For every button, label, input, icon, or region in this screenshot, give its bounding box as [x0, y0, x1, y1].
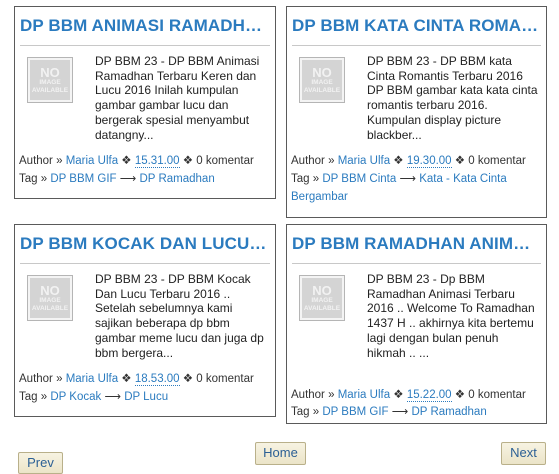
title-divider — [20, 263, 270, 264]
home-button[interactable]: Home — [255, 442, 306, 465]
title-divider — [292, 45, 541, 46]
post-tags: Tag » DP BBM GIF ⟶ DP Ramadhan — [291, 403, 542, 421]
separator-icon: ❖ — [454, 389, 466, 401]
author-link[interactable]: Maria Ulfa — [66, 155, 118, 167]
post-card: DP BBM KOCAK DAN LUCU TERBARU 2016 NO IM… — [14, 224, 276, 417]
title-divider — [20, 45, 270, 46]
author-link[interactable]: Maria Ulfa — [338, 155, 390, 167]
post-card: DP BBM RAMADHAN ANIMASI TERBARU 2016 NO … — [286, 224, 547, 424]
post-title-link[interactable]: DP BBM KOCAK DAN LUCU TERBARU 2016 — [20, 234, 270, 258]
author-label: Author » — [291, 155, 335, 167]
post-excerpt: DP BBM 23 - DP BBM kata Cinta Romantis T… — [367, 54, 538, 142]
comment-count[interactable]: 0 komentar — [196, 373, 254, 385]
tag-link[interactable]: DP BBM Cinta — [322, 173, 396, 185]
separator-icon: ❖ — [121, 155, 132, 167]
post-meta: Author » Maria Ulfa ❖ 19.30.00 ❖ 0 komen… — [291, 152, 542, 170]
post-thumbnail[interactable]: NO IMAGE AVAILABLE — [27, 275, 73, 321]
author-link[interactable]: Maria Ulfa — [66, 373, 118, 385]
arrow-icon: ⟶ — [119, 173, 137, 185]
comment-count[interactable]: 0 komentar — [196, 155, 254, 167]
no-image-placeholder-icon: NO IMAGE AVAILABLE — [302, 60, 342, 100]
tag-link[interactable]: DP Ramadhan — [412, 406, 487, 418]
tag-link[interactable]: DP Lucu — [124, 391, 168, 403]
post-thumbnail[interactable]: NO IMAGE AVAILABLE — [27, 57, 73, 103]
tag-link[interactable]: DP Kocak — [50, 391, 101, 403]
post-time-link[interactable]: 19.30.00 — [406, 155, 452, 168]
prev-page-button[interactable]: Prev — [18, 452, 63, 474]
no-image-placeholder-icon: NO IMAGE AVAILABLE — [302, 278, 342, 318]
post-title-link[interactable]: DP BBM RAMADHAN ANIMASI TERBARU 2016 — [292, 234, 541, 258]
tag-link[interactable]: DP BBM GIF — [50, 173, 116, 185]
post-title-link[interactable]: DP BBM KATA CINTA ROMANTIS TERBARU 2016 — [292, 16, 541, 40]
post-excerpt: DP BBM 23 - Dp BBM Ramadhan Animasi Terb… — [367, 272, 535, 360]
separator-icon: ❖ — [454, 155, 466, 167]
author-label: Author » — [19, 155, 63, 167]
no-image-placeholder-icon: NO IMAGE AVAILABLE — [30, 278, 70, 318]
post-time-link[interactable]: 15.31.00 — [134, 155, 180, 168]
no-image-placeholder-icon: NO IMAGE AVAILABLE — [30, 60, 70, 100]
tag-link[interactable]: DP Ramadhan — [140, 173, 215, 185]
separator-icon: ❖ — [182, 155, 194, 167]
tag-label: Tag » — [291, 173, 320, 185]
post-tags: Tag » DP Kocak ⟶ DP Lucu — [19, 388, 271, 406]
post-excerpt: DP BBM 23 - DP BBM Kocak Dan Lucu Terbar… — [95, 272, 264, 360]
post-title-link[interactable]: DP BBM ANIMASI RAMADHAN TERBARU KEREN DA… — [20, 16, 270, 40]
comment-count[interactable]: 0 komentar — [468, 155, 526, 167]
separator-icon: ❖ — [121, 373, 132, 385]
separator-icon: ❖ — [393, 155, 404, 167]
post-thumbnail[interactable]: NO IMAGE AVAILABLE — [299, 275, 345, 321]
author-label: Author » — [291, 389, 335, 401]
arrow-icon: ⟶ — [391, 406, 409, 418]
tag-link[interactable]: DP BBM GIF — [322, 406, 388, 418]
post-card: DP BBM KATA CINTA ROMANTIS TERBARU 2016 … — [286, 6, 547, 218]
post-meta: Author » Maria Ulfa ❖ 15.22.00 ❖ 0 komen… — [291, 386, 542, 404]
tag-label: Tag » — [291, 406, 320, 418]
tag-label: Tag » — [19, 391, 48, 403]
post-tags: Tag » DP BBM GIF ⟶ DP Ramadhan — [19, 170, 271, 188]
arrow-icon: ⟶ — [399, 173, 416, 185]
post-meta: Author » Maria Ulfa ❖ 15.31.00 ❖ 0 komen… — [19, 152, 271, 170]
separator-icon: ❖ — [393, 389, 404, 401]
post-meta: Author » Maria Ulfa ❖ 18.53.00 ❖ 0 komen… — [19, 370, 271, 388]
separator-icon: ❖ — [182, 373, 194, 385]
comment-count[interactable]: 0 komentar — [468, 389, 526, 401]
next-page-button[interactable]: Next — [501, 442, 546, 465]
post-tags: Tag » DP BBM Cinta ⟶ Kata - Kata Cinta B… — [291, 170, 542, 206]
author-label: Author » — [19, 373, 63, 385]
post-thumbnail[interactable]: NO IMAGE AVAILABLE — [299, 57, 345, 103]
post-excerpt: DP BBM 23 - DP BBM Animasi Ramadhan Terb… — [95, 54, 260, 142]
tag-label: Tag » — [19, 173, 48, 185]
post-card: DP BBM ANIMASI RAMADHAN TERBARU KEREN DA… — [14, 6, 276, 199]
arrow-icon: ⟶ — [104, 391, 121, 403]
author-link[interactable]: Maria Ulfa — [338, 389, 390, 401]
title-divider — [292, 263, 541, 264]
post-time-link[interactable]: 18.53.00 — [134, 373, 180, 386]
post-time-link[interactable]: 15.22.00 — [406, 389, 452, 402]
